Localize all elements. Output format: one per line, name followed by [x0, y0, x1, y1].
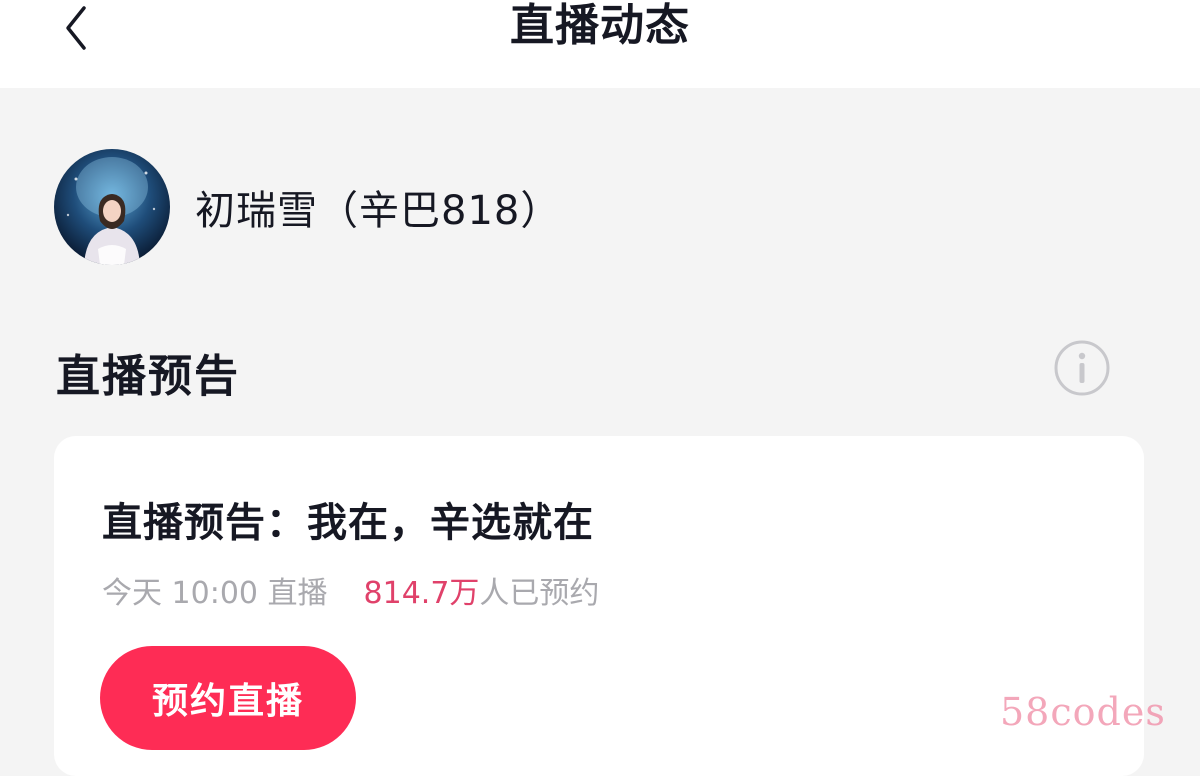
live-preview-card: 直播预告：我在，辛选就在 今天 10:00 直播 814.7万人已预约 预约直播	[54, 436, 1144, 776]
watermark: 58codes	[1000, 690, 1166, 734]
card-meta: 今天 10:00 直播 814.7万人已预约	[102, 568, 599, 612]
top-bar: 直播动态	[0, 0, 1200, 88]
info-button[interactable]	[1053, 339, 1111, 397]
card-title: 直播预告：我在，辛选就在	[102, 500, 594, 546]
section-title: 直播预告	[56, 351, 240, 402]
avatar[interactable]	[54, 149, 170, 265]
reservation-count: 814.7万	[363, 576, 480, 611]
info-icon	[1054, 340, 1110, 396]
reservation-count-label: 人已预约	[479, 576, 600, 611]
reserve-live-button[interactable]: 预约直播	[100, 646, 356, 750]
page-title: 直播动态	[510, 0, 690, 51]
live-time: 今天 10:00 直播	[102, 576, 328, 611]
profile-row[interactable]: 初瑞雪（辛巴818）	[54, 148, 561, 266]
username: 初瑞雪（辛巴818）	[195, 188, 562, 234]
